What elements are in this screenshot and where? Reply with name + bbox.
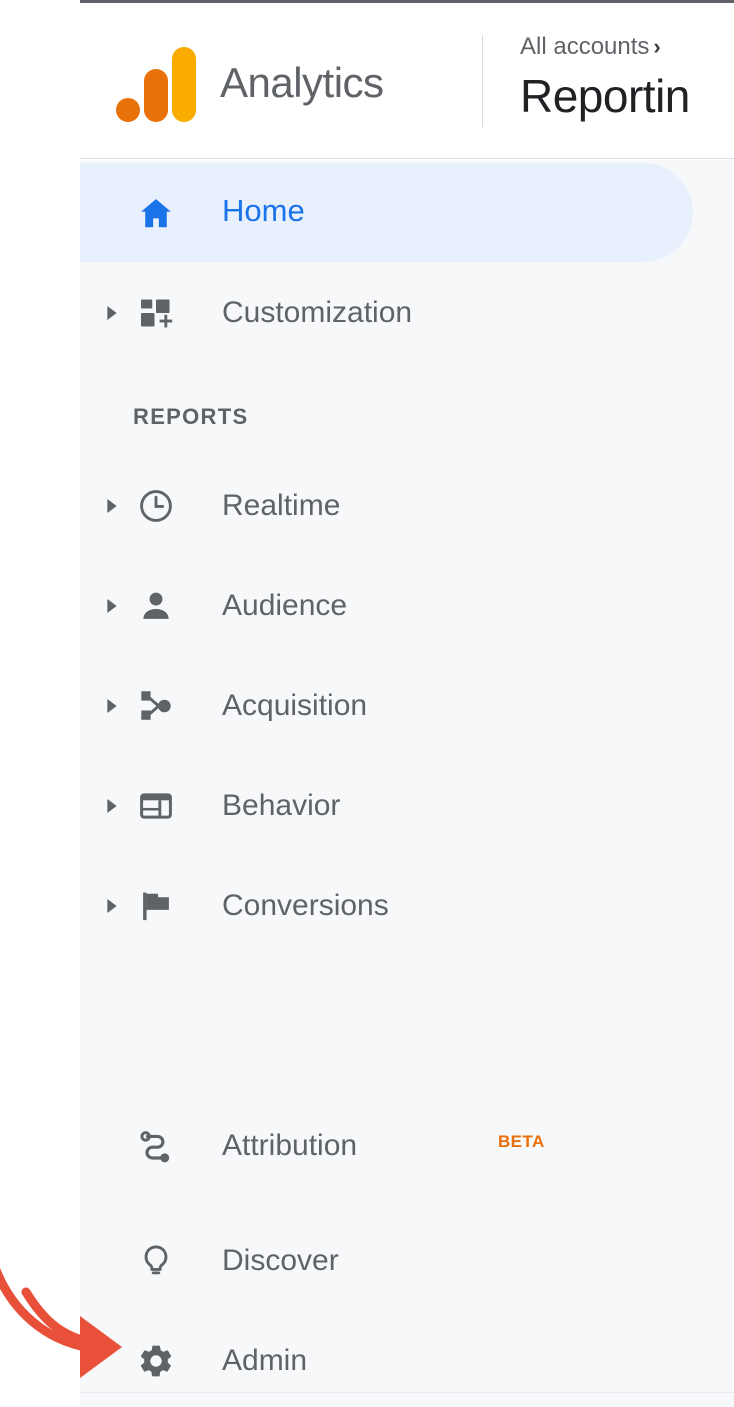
clock-icon	[135, 485, 177, 527]
sidebar-item-label-customization: Customization	[222, 296, 413, 329]
person-icon	[135, 585, 177, 627]
sidebar-item-label-conversions: Conversions	[222, 889, 389, 922]
chevron-right-icon[interactable]	[105, 499, 119, 513]
sidebar-item-label-audience: Audience	[222, 589, 348, 622]
sidebar-item-label-acquisition: Acquisition	[222, 689, 368, 722]
sidebar-section-label-reports: REPORTS	[133, 404, 249, 429]
chevron-right-icon[interactable]	[105, 799, 119, 813]
sidebar-item-label-attribution: Attribution	[222, 1129, 358, 1162]
sidebar-item-attribution[interactable]: Attribution BETA	[80, 1115, 734, 1177]
google-analytics-logo[interactable]	[116, 47, 196, 123]
sidebar-nav: Home Customization REPORTS Realtime Audi…	[80, 160, 734, 1392]
attribution-path-icon	[135, 1125, 177, 1167]
customization-icon	[135, 292, 177, 334]
sidebar-item-customization[interactable]: Customization	[80, 282, 734, 344]
share-node-icon	[135, 685, 177, 727]
sidebar-item-realtime[interactable]: Realtime	[80, 475, 734, 537]
page-left-gutter	[0, 0, 80, 1407]
brand-name: Analytics	[220, 59, 384, 106]
sidebar-item-admin[interactable]: Admin	[80, 1330, 734, 1392]
header-divider	[482, 35, 483, 127]
sidebar-item-label-admin: Admin	[222, 1344, 308, 1377]
page-title: Reportin	[520, 70, 690, 122]
flag-icon	[135, 885, 177, 927]
home-icon	[135, 192, 177, 234]
sidebar-item-home[interactable]: Home	[80, 163, 734, 262]
sidebar-item-label-discover: Discover	[222, 1244, 339, 1277]
beta-badge: BETA	[498, 1132, 545, 1151]
sidebar-item-label-realtime: Realtime	[222, 489, 341, 522]
chevron-right-icon[interactable]	[105, 699, 119, 713]
gear-icon	[135, 1340, 177, 1382]
page-bottom-fill	[80, 1393, 734, 1407]
sidebar-item-conversions[interactable]: Conversions	[80, 875, 734, 937]
sidebar-item-label-home: Home	[222, 193, 305, 228]
sidebar-item-behavior[interactable]: Behavior	[80, 775, 734, 837]
chevron-right-icon[interactable]	[105, 899, 119, 913]
sidebar-item-discover[interactable]: Discover	[80, 1230, 734, 1292]
chevron-right-icon: ›	[653, 34, 661, 59]
app-header: Analytics All accounts › Reportin	[80, 3, 734, 159]
sidebar-item-audience[interactable]: Audience	[80, 575, 734, 637]
sidebar-item-label-behavior: Behavior	[222, 789, 341, 822]
chevron-right-icon[interactable]	[105, 306, 119, 320]
breadcrumb-label: All accounts	[520, 33, 650, 60]
layout-icon	[135, 785, 177, 827]
chevron-right-icon[interactable]	[105, 599, 119, 613]
breadcrumb[interactable]: All accounts ›	[520, 31, 661, 63]
sidebar-item-acquisition[interactable]: Acquisition	[80, 675, 734, 737]
lightbulb-icon	[135, 1240, 177, 1282]
